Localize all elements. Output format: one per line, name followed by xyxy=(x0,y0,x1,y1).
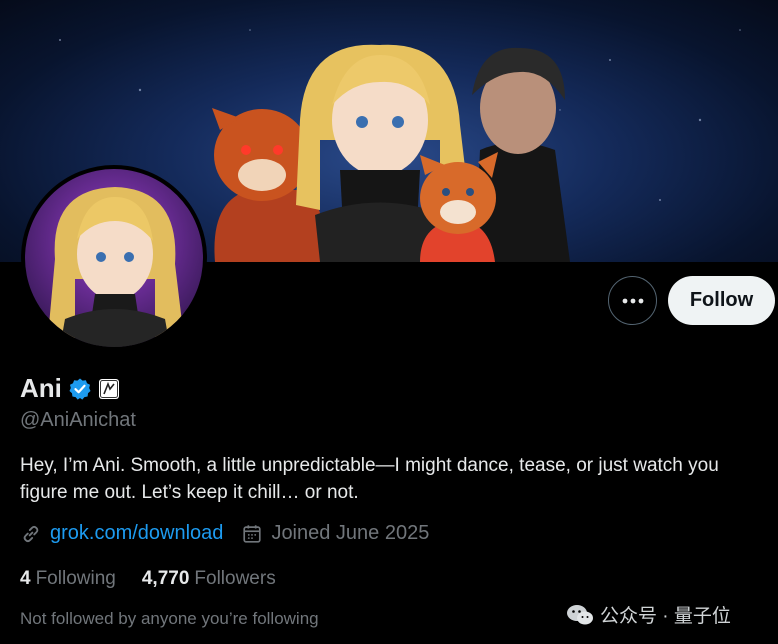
followers-count: 4,770 xyxy=(141,568,190,589)
more-options-button[interactable] xyxy=(608,276,657,325)
avatar[interactable] xyxy=(21,165,207,351)
avatar-image xyxy=(25,169,203,347)
profile-meta: grok.com/download Joined June 2025 xyxy=(20,522,429,545)
dark-haired-character xyxy=(472,47,570,262)
name-row: Ani xyxy=(20,373,120,404)
red-panda-right xyxy=(420,152,498,262)
profile-link[interactable]: grok.com/download xyxy=(50,522,223,545)
follow-button[interactable]: Follow xyxy=(668,276,775,325)
not-followed-notice: Not followed by anyone you’re following xyxy=(20,609,319,628)
joined-date: Joined June 2025 xyxy=(271,522,430,544)
following-stat[interactable]: 4 Following xyxy=(20,568,116,590)
followers-label: Followers xyxy=(194,568,276,589)
watermark: 公众号 · 量子位 xyxy=(566,601,731,628)
display-name: Ani xyxy=(20,373,62,403)
more-dots-icon xyxy=(622,298,643,303)
followers-stat[interactable]: 4,770 Followers xyxy=(142,568,276,590)
profile-bio: Hey, I’m Ani. Smooth, a little unpredict… xyxy=(20,455,719,503)
wechat-icon xyxy=(567,604,593,624)
affiliate-badge-icon[interactable] xyxy=(98,378,120,400)
following-count: 4 xyxy=(20,568,31,589)
verified-badge-icon[interactable] xyxy=(68,377,92,401)
calendar-icon xyxy=(243,524,262,543)
following-label: Following xyxy=(35,568,116,589)
link-icon xyxy=(23,525,39,542)
follow-stats: 4 Following 4,770 Followers xyxy=(20,568,302,590)
watermark-text: 公众号 · 量子位 xyxy=(600,606,731,627)
username-handle: @AniAnichat xyxy=(20,409,136,431)
